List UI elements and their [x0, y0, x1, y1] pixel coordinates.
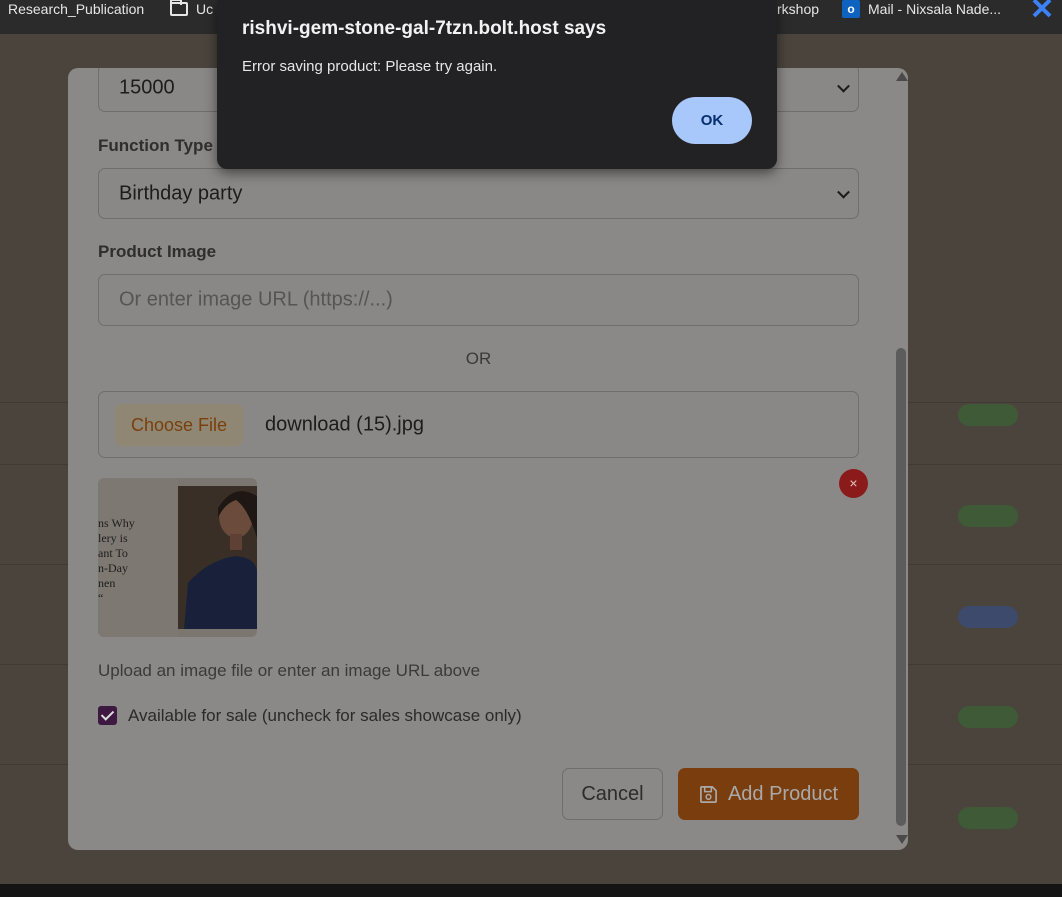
alert-title: rishvi-gem-stone-gal-7tzn.bolt.host says — [242, 18, 607, 39]
file-input[interactable]: Choose File download (15).jpg — [98, 391, 859, 458]
product-image-label: Product Image — [98, 242, 217, 261]
or-divider: OR — [465, 349, 492, 368]
scrollbar-thumb[interactable] — [896, 348, 906, 826]
remove-image-button[interactable]: × — [839, 469, 868, 498]
bookmark-workshop[interactable]: rkshop — [777, 0, 819, 18]
chevron-down-icon — [837, 79, 850, 93]
bookmark-research-publication[interactable]: Research_Publication — [8, 0, 144, 18]
extension-icon[interactable] — [1030, 0, 1054, 20]
ok-button[interactable]: OK — [672, 97, 752, 144]
bookmark-mail[interactable]: o Mail - Nixsala Nade... — [842, 0, 1001, 18]
browser-alert-dialog: rishvi-gem-stone-gal-7tzn.bolt.host says… — [217, 0, 777, 169]
function-type-select[interactable]: Birthday party — [98, 168, 859, 219]
function-type-label: Function Type — [98, 136, 213, 155]
alert-message: Error saving product: Please try again. — [242, 58, 498, 75]
preview-caption: ns Why lery is ant To n-Day nen “ — [98, 516, 135, 605]
scroll-up-arrow-icon[interactable] — [896, 72, 908, 81]
available-for-sale-label[interactable]: Available for sale (uncheck for sales sh… — [128, 706, 522, 726]
modal-scrollbar[interactable] — [894, 68, 908, 850]
add-product-label: Add Product — [727, 782, 839, 805]
status-badge — [958, 606, 1018, 628]
image-preview: ns Why lery is ant To n-Day nen “ — [98, 478, 257, 637]
outlook-icon: o — [842, 0, 860, 18]
file-name: download (15).jpg — [265, 413, 424, 435]
bookmark-folder[interactable]: Uc — [170, 0, 213, 18]
add-product-modal: 15000 Function Type Birthday party Produ… — [68, 68, 908, 850]
bookmark-label: rkshop — [777, 1, 820, 17]
status-badge — [958, 404, 1018, 426]
image-url-placeholder: Or enter image URL (https://...) — [119, 288, 393, 311]
upload-hint: Upload an image file or enter an image U… — [98, 661, 481, 680]
scroll-down-arrow-icon[interactable] — [896, 835, 908, 844]
status-badge — [958, 807, 1018, 829]
available-for-sale-checkbox[interactable] — [98, 706, 117, 725]
save-icon — [699, 785, 717, 803]
bookmark-label: Research_Publication — [8, 1, 145, 17]
cancel-button[interactable]: Cancel — [562, 768, 663, 820]
status-badge — [958, 706, 1018, 728]
taskbar-edge — [0, 884, 1062, 897]
function-type-value: Birthday party — [119, 182, 243, 204]
price-value: 15000 — [119, 76, 175, 99]
add-product-button[interactable]: Add Product — [678, 768, 859, 820]
status-badge — [958, 505, 1018, 527]
choose-file-button[interactable]: Choose File — [115, 404, 243, 446]
chevron-down-icon — [837, 185, 850, 199]
bookmark-label: Mail - Nixsala Nade... — [868, 1, 1002, 17]
folder-icon — [170, 0, 188, 16]
bookmark-label: Uc — [196, 1, 214, 17]
image-url-input[interactable]: Or enter image URL (https://...) — [98, 274, 859, 326]
